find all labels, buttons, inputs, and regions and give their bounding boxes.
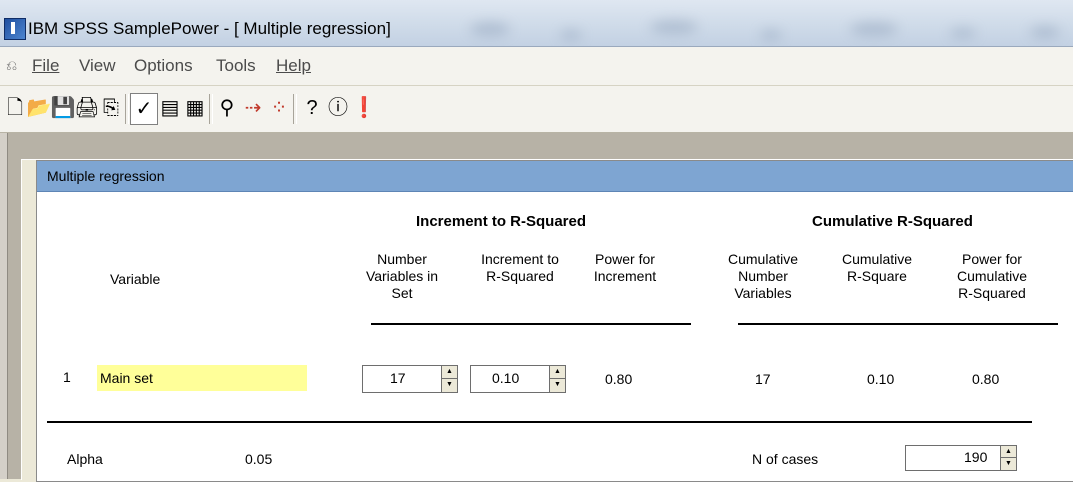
col-increment: Increment to R-Squared [481, 251, 559, 284]
cumulative-rule [738, 323, 1058, 325]
n-cases-label: N of cases [752, 451, 819, 467]
alert-icon[interactable]: ❗ [351, 94, 377, 122]
menu-bar: ⎌ File View Options Tools Help [0, 47, 1073, 86]
help-icon[interactable]: ? [299, 94, 325, 122]
cum-r2-value: 0.10 [867, 371, 895, 387]
copy-icon[interactable]: ⎘ [98, 94, 124, 122]
panel-header-title: Multiple regression [47, 168, 165, 184]
menu-tools[interactable]: Tools [216, 56, 256, 76]
power-cum-value: 0.80 [972, 371, 1000, 387]
stepper-up-icon[interactable]: ▲ [1001, 446, 1016, 458]
increment-value: 0.10 [492, 370, 520, 386]
col-power-increment: Power for Increment [593, 251, 657, 284]
title-bar: IBM SPSS SamplePower - [ Multiple regres… [0, 0, 1073, 47]
col-num-vars: Number Variables in Set [365, 251, 439, 301]
tip-icon[interactable]: ⓘ [325, 94, 351, 122]
n-cases-stepper[interactable]: 190 ▲ ▼ [905, 445, 1017, 471]
menu-help[interactable]: Help [276, 56, 311, 76]
footer-rule [47, 421, 1032, 423]
binoculars-arrow-icon[interactable]: ⇢ [240, 94, 266, 122]
row-index: 1 [63, 369, 71, 385]
col-power-cum: Power for Cumulative R-Squared [956, 251, 1028, 301]
scatter-arrow-icon[interactable]: ⁘ [266, 94, 292, 122]
report-icon[interactable]: ▤ [157, 94, 183, 122]
table-icon[interactable]: ▦ [182, 94, 208, 122]
check-icon[interactable]: ✓ [130, 93, 158, 125]
col-cum-num: Cumulative Number Variables [727, 251, 799, 301]
menu-options[interactable]: Options [134, 56, 193, 76]
panel-header: Multiple regression [37, 161, 1073, 192]
regression-window: Multiple regression Increment to R-Squar… [21, 159, 1073, 482]
window-title: IBM SPSS SamplePower - [ Multiple regres… [28, 19, 391, 38]
col-variable: Variable [110, 271, 161, 287]
num-vars-value: 17 [390, 370, 406, 386]
stepper-down-icon[interactable]: ▼ [442, 379, 457, 391]
cum-num-value: 17 [755, 371, 771, 387]
num-vars-stepper[interactable]: 17 ▲ ▼ [362, 365, 458, 393]
group-increment-title: Increment to R-Squared [416, 213, 587, 230]
variable-name-input[interactable]: Main set [97, 365, 307, 391]
stepper-down-icon[interactable]: ▼ [550, 379, 565, 391]
n-cases-value: 190 [964, 449, 988, 465]
col-cum-r2: Cumulative R-Square [841, 251, 913, 284]
app-icon [4, 18, 26, 40]
save-icon[interactable]: 💾 [50, 94, 76, 122]
increment-stepper[interactable]: 0.10 ▲ ▼ [470, 365, 566, 393]
menu-view[interactable]: View [79, 56, 116, 76]
stepper-up-icon[interactable]: ▲ [550, 366, 565, 379]
open-folder-icon[interactable]: 📂 [26, 94, 52, 122]
document-menu-icon[interactable]: ⎌ [6, 57, 22, 73]
find-icon[interactable]: ⚲ [214, 94, 240, 122]
new-file-icon[interactable]: 🗋 [2, 94, 28, 122]
regression-panel: Multiple regression Increment to R-Squar… [36, 160, 1073, 482]
increment-rule [371, 323, 691, 325]
alpha-value[interactable]: 0.05 [245, 451, 272, 467]
alpha-label: Alpha [67, 451, 103, 467]
stepper-up-icon[interactable]: ▲ [442, 366, 457, 379]
group-cumulative-title: Cumulative R-Squared [812, 213, 973, 230]
toolbar: 🗋 📂 💾 🖨 ⎘ ✓ ▤ ▦ ⚲ ⇢ ⁘ ? ⓘ ❗ [0, 86, 1073, 133]
menu-file[interactable]: File [32, 56, 59, 76]
mdi-workspace: Multiple regression Increment to R-Squar… [0, 133, 1073, 482]
power-increment-value: 0.80 [605, 371, 633, 387]
print-icon[interactable]: 🖨 [74, 94, 100, 122]
stepper-down-icon[interactable]: ▼ [1001, 458, 1016, 469]
